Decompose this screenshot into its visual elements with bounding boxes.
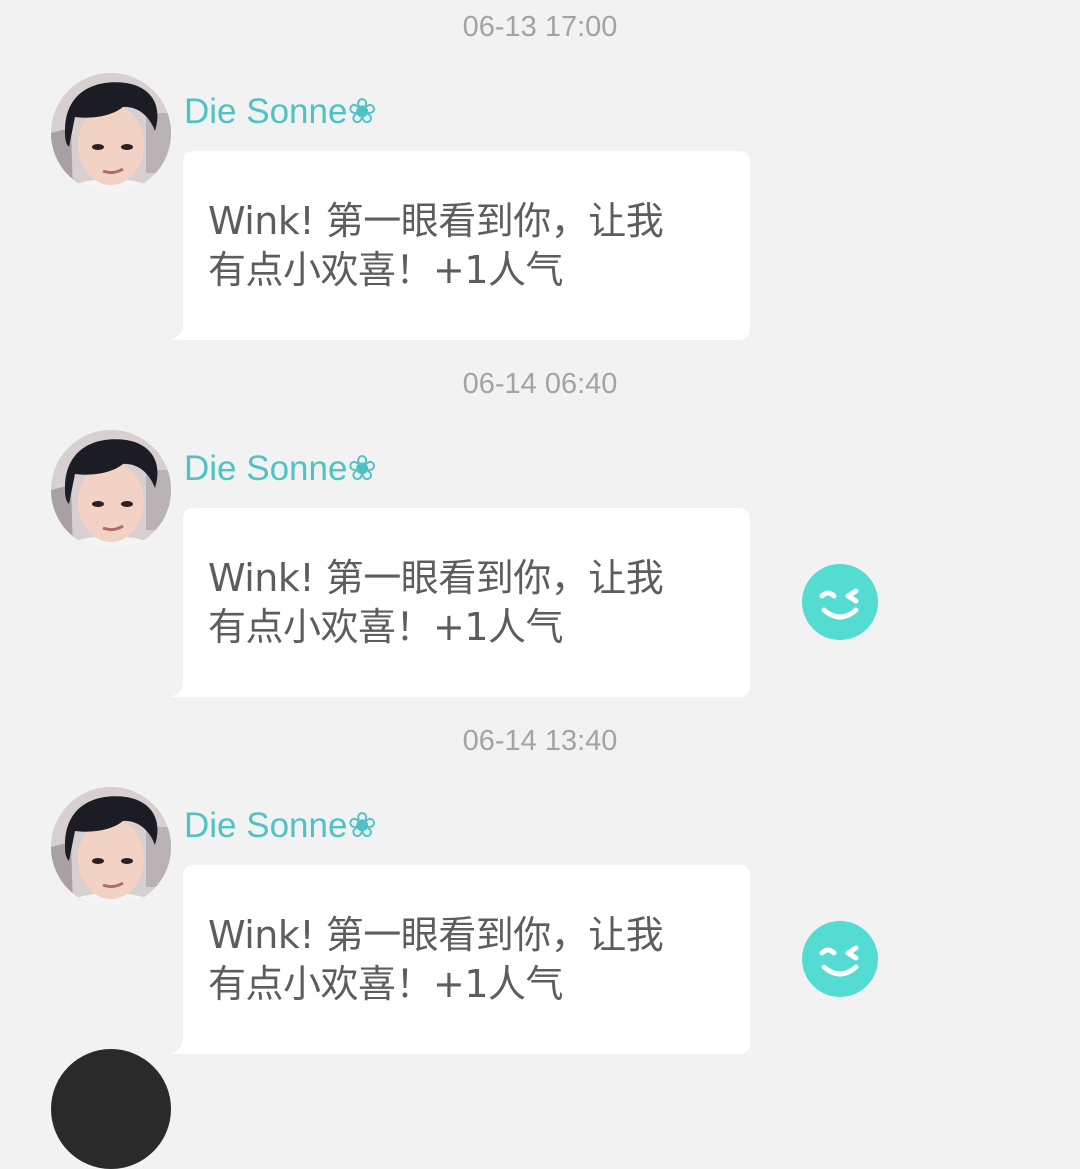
- avatar[interactable]: [51, 787, 171, 907]
- sender-name: Die Sonne❀: [184, 92, 377, 131]
- message-bubble[interactable]: Wink! 第一眼看到你，让我 有点小欢喜！+1人气: [170, 865, 750, 1054]
- sender-name: Die Sonne❀: [184, 806, 377, 845]
- message-text-line: Wink! 第一眼看到你，让我: [208, 913, 664, 957]
- message-timestamp: 06-13 17:00: [462, 11, 618, 43]
- bubble-tail: [170, 1040, 194, 1054]
- avatar[interactable]: [51, 73, 171, 193]
- message-text-line: 有点小欢喜！+1人气: [208, 248, 564, 292]
- bubble-tail: [170, 326, 194, 340]
- message-text: Wink! 第一眼看到你，让我 有点小欢喜！+1人气: [208, 911, 708, 1009]
- message-bubble[interactable]: Wink! 第一眼看到你，让我 有点小欢喜！+1人气: [170, 508, 750, 697]
- message-text-line: 有点小欢喜！+1人气: [208, 962, 564, 1006]
- avatar[interactable]: [51, 430, 171, 550]
- message-text-line: Wink! 第一眼看到你，让我: [208, 199, 664, 243]
- message-bubble[interactable]: Wink! 第一眼看到你，让我 有点小欢喜！+1人气: [170, 151, 750, 340]
- wink-face-icon[interactable]: [802, 921, 878, 997]
- message-text-line: Wink! 第一眼看到你，让我: [208, 556, 664, 600]
- wink-face-icon[interactable]: [802, 564, 878, 640]
- message-text: Wink! 第一眼看到你，让我 有点小欢喜！+1人气: [208, 554, 708, 652]
- message-timestamp: 06-14 13:40: [462, 725, 618, 757]
- message-timestamp: 06-14 06:40: [462, 368, 618, 400]
- bubble-tail: [170, 683, 194, 697]
- message-text: Wink! 第一眼看到你，让我 有点小欢喜！+1人气: [208, 197, 708, 295]
- sender-name: Die Sonne❀: [184, 449, 377, 488]
- avatar[interactable]: [51, 1049, 171, 1169]
- message-text-line: 有点小欢喜！+1人气: [208, 605, 564, 649]
